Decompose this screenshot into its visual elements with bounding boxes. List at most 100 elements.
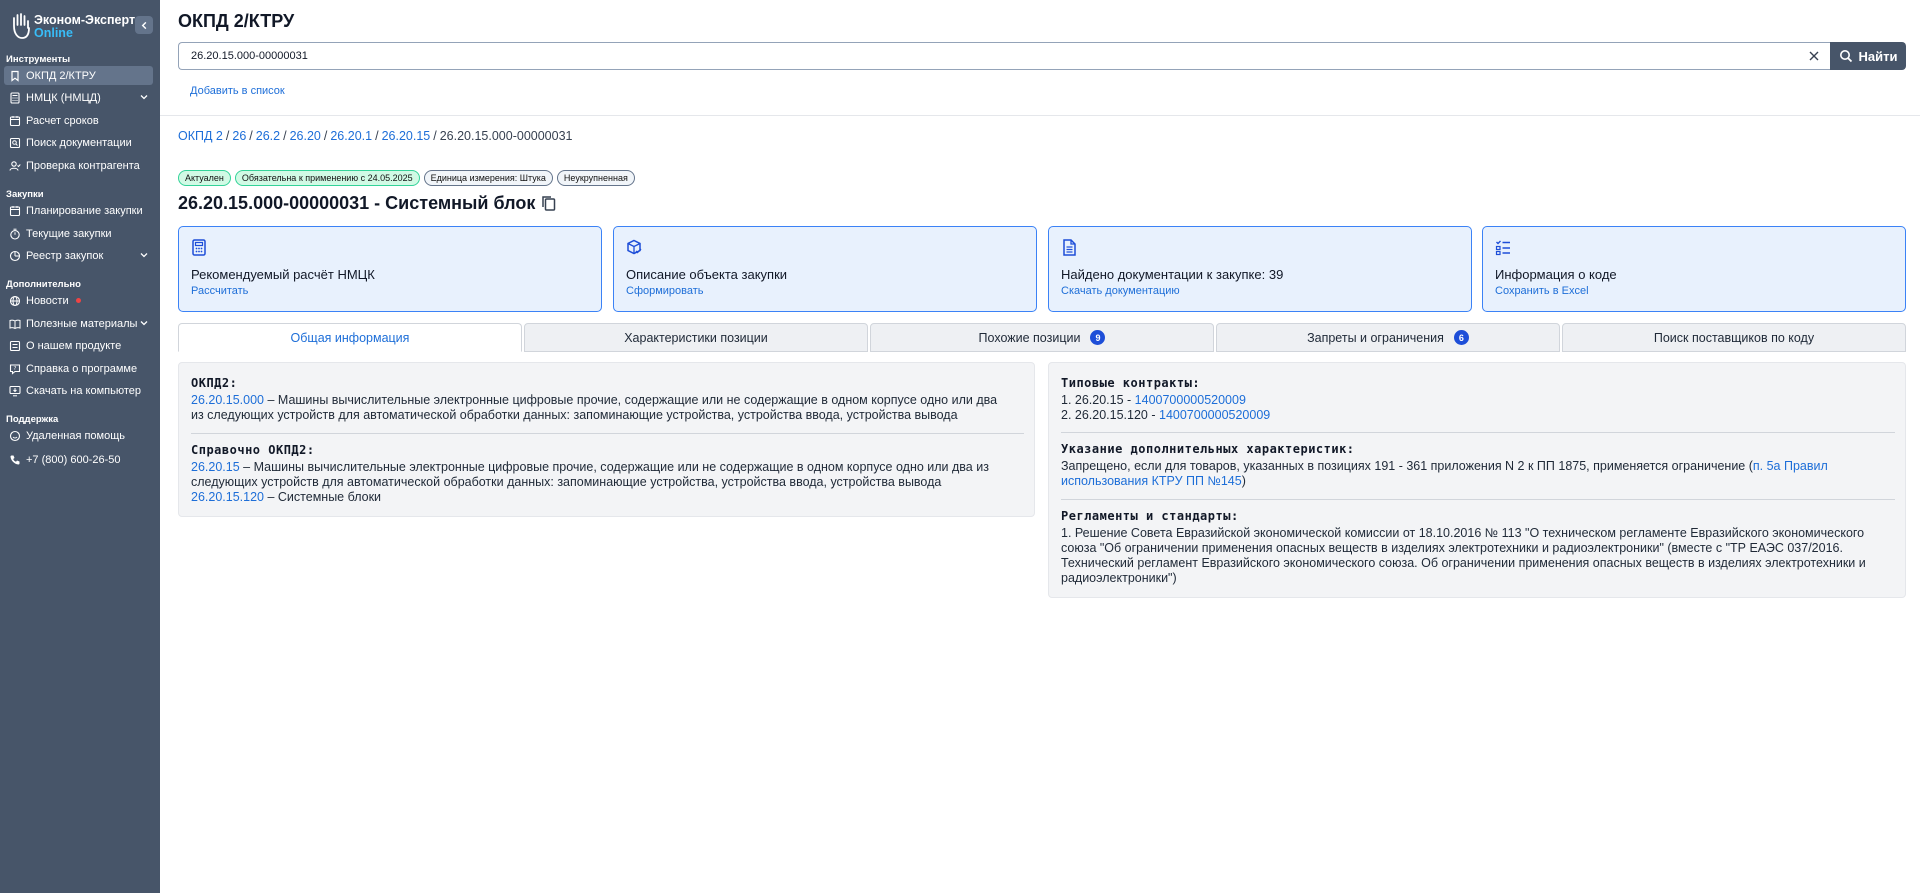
- sidebar-section-support: Поддержка: [6, 414, 59, 425]
- sidebar-item-remote-help[interactable]: Удаленная помощь: [4, 426, 153, 445]
- add-to-list-link[interactable]: Добавить в список: [190, 85, 285, 97]
- sidebar-item-current[interactable]: Текущие закупки: [4, 224, 153, 243]
- sidebar-item-registry[interactable]: Реестр закупок: [4, 246, 153, 265]
- status-badge: Актуален: [178, 170, 231, 186]
- tab-label: Общая информация: [290, 330, 410, 345]
- sidebar-item-label: ОКПД 2/КТРУ: [26, 69, 96, 82]
- sidebar-item-counterparty[interactable]: Проверка контрагента: [4, 156, 153, 175]
- sidebar-item-nmck[interactable]: НМЦК (НМЦД): [4, 88, 153, 107]
- card-title: Информация о коде: [1495, 267, 1617, 282]
- box-check-icon: [627, 239, 642, 255]
- breadcrumb: ОКПД 2/26/26.2/26.20/26.20.1/26.20.15/26…: [178, 129, 572, 143]
- tab-label: Запреты и ограничения: [1307, 330, 1444, 345]
- breadcrumb-link[interactable]: 26.20.15: [382, 129, 431, 143]
- sidebar-item-label: Поиск документации: [26, 136, 132, 149]
- card-link-download-docs[interactable]: Скачать документацию: [1061, 285, 1180, 297]
- breadcrumb-separator: /: [225, 129, 230, 143]
- sidebar: Эконом-Эксперт Online Инструменты ОКПД 2…: [0, 0, 160, 893]
- collapse-sidebar-button[interactable]: [135, 16, 153, 34]
- page-title: ОКПД 2/КТРУ: [178, 11, 295, 31]
- card-title: Рекомендуемый расчёт НМЦК: [191, 267, 375, 282]
- okpd2-heading: ОКПД2:: [191, 376, 238, 390]
- breadcrumb-link[interactable]: 26.20: [290, 129, 321, 143]
- brand-sub: Online: [34, 26, 73, 40]
- sidebar-item-deadlines[interactable]: Расчет сроков: [4, 111, 153, 130]
- breadcrumb-link[interactable]: 26: [232, 129, 246, 143]
- tab-suppliers[interactable]: Поиск поставщиков по коду: [1562, 323, 1906, 352]
- svg-text:?: ?: [13, 366, 16, 372]
- list-check-icon: [1495, 240, 1510, 256]
- tabs: Общая информация Характеристики позиции …: [178, 323, 1906, 352]
- tab-count-badge: 9: [1090, 330, 1106, 345]
- card-link-calculate[interactable]: Рассчитать: [191, 285, 248, 297]
- breadcrumb-link[interactable]: 26.2: [256, 129, 280, 143]
- card-link-generate[interactable]: Сформировать: [626, 285, 704, 297]
- extra-text: Запрещено, если для товаров, указанных в…: [1061, 459, 1895, 489]
- chevron-down-icon: [140, 253, 148, 258]
- search-bar: Найти: [178, 42, 1906, 70]
- breadcrumb-current: 26.20.15.000-00000031: [439, 129, 573, 143]
- sidebar-section-tools: Инструменты: [6, 54, 71, 65]
- copy-icon[interactable]: [541, 195, 557, 212]
- search-button[interactable]: Найти: [1830, 42, 1906, 70]
- tab-label: Похожие позиции: [978, 330, 1081, 345]
- sidebar-item-news[interactable]: Новости: [4, 291, 153, 310]
- sidebar-item-label: Справка о программе: [26, 362, 138, 375]
- sidebar-item-okpd2[interactable]: ОКПД 2/КТРУ: [4, 66, 153, 85]
- breadcrumb-separator: /: [249, 129, 253, 143]
- extra-body: Запрещено, если для товаров, указанных в…: [1061, 459, 1753, 473]
- tab-label: Характеристики позиции: [624, 330, 768, 345]
- sidebar-section-extra: Дополнительно: [6, 279, 81, 290]
- sidebar-item-phone[interactable]: +7 (800) 600-26-50: [4, 450, 153, 469]
- extra-heading: Указание дополнительных характеристик:: [1061, 442, 1355, 456]
- card-link-save-excel[interactable]: Сохранить в Excel: [1495, 285, 1589, 297]
- ref-code-link[interactable]: 26.20.15: [191, 460, 240, 474]
- search-input[interactable]: [178, 42, 1830, 70]
- sidebar-item-label: Полезные материалы: [26, 317, 138, 330]
- sidebar-item-label: О нашем продукте: [26, 339, 122, 352]
- search-button-label: Найти: [1858, 48, 1898, 64]
- logo-hand-icon: [13, 13, 30, 39]
- sidebar-item-materials[interactable]: Полезные материалы: [4, 314, 153, 333]
- tab-characteristics[interactable]: Характеристики позиции: [524, 323, 868, 352]
- close-icon[interactable]: [1808, 50, 1820, 62]
- okpd2-text: – Машины вычислительные электронные цифр…: [191, 393, 998, 422]
- contract-link[interactable]: 1400700000520009: [1159, 408, 1270, 422]
- okpd2-code-link[interactable]: 26.20.15.000: [191, 393, 264, 407]
- chevron-left-icon: [141, 21, 146, 29]
- sidebar-item-doc-search[interactable]: Поиск документации: [4, 133, 153, 152]
- tab-restrictions[interactable]: Запреты и ограничения 6: [1216, 323, 1560, 352]
- breadcrumb-link[interactable]: 26.20.1: [330, 129, 372, 143]
- status-badge: Обязательна к применению с 24.05.2025: [234, 170, 420, 186]
- sidebar-item-label: +7 (800) 600-26-50: [26, 453, 121, 466]
- sidebar-item-help[interactable]: ? Справка о программе: [4, 359, 153, 378]
- card-nmck: Рекомендуемый расчёт НМЦК Рассчитать: [178, 226, 602, 312]
- contract-prefix: 2. 26.20.15.120 -: [1061, 408, 1159, 422]
- sidebar-item-about[interactable]: О нашем продукте: [4, 336, 153, 355]
- breadcrumb-separator: /: [433, 129, 437, 143]
- smile-icon: [8, 429, 21, 442]
- sidebar-item-label: НМЦК (НМЦД): [26, 91, 101, 104]
- document-icon: [1063, 239, 1076, 256]
- divider: [1061, 432, 1895, 433]
- help-icon: ?: [8, 362, 21, 375]
- tab-general-info[interactable]: Общая информация: [178, 323, 522, 352]
- sidebar-item-label: Реестр закупок: [26, 249, 104, 262]
- timer-icon: [8, 227, 21, 240]
- calendar-icon: [8, 114, 21, 127]
- sidebar-item-planning[interactable]: Планирование закупки: [4, 201, 153, 220]
- item-title: 26.20.15.000-00000031 - Системный блок: [178, 193, 557, 214]
- search-icon: [1839, 50, 1852, 63]
- contracts-panel: Типовые контракты: 1. 26.20.15 - 1400700…: [1048, 362, 1906, 598]
- calendar-icon: [8, 204, 21, 217]
- sidebar-section-purchases: Закупки: [6, 189, 44, 200]
- regulations-heading: Регламенты и стандарты:: [1061, 509, 1239, 523]
- sidebar-item-download[interactable]: Скачать на компьютер: [4, 381, 153, 400]
- breadcrumb-link[interactable]: ОКПД 2: [178, 129, 223, 143]
- book-icon: [8, 317, 21, 330]
- sidebar-item-label: Проверка контрагента: [26, 159, 140, 172]
- chevron-down-icon: [140, 95, 148, 100]
- contract-link[interactable]: 1400700000520009: [1135, 393, 1246, 407]
- tab-similar[interactable]: Похожие позиции 9: [870, 323, 1214, 352]
- ref-code-link[interactable]: 26.20.15.120: [191, 490, 264, 504]
